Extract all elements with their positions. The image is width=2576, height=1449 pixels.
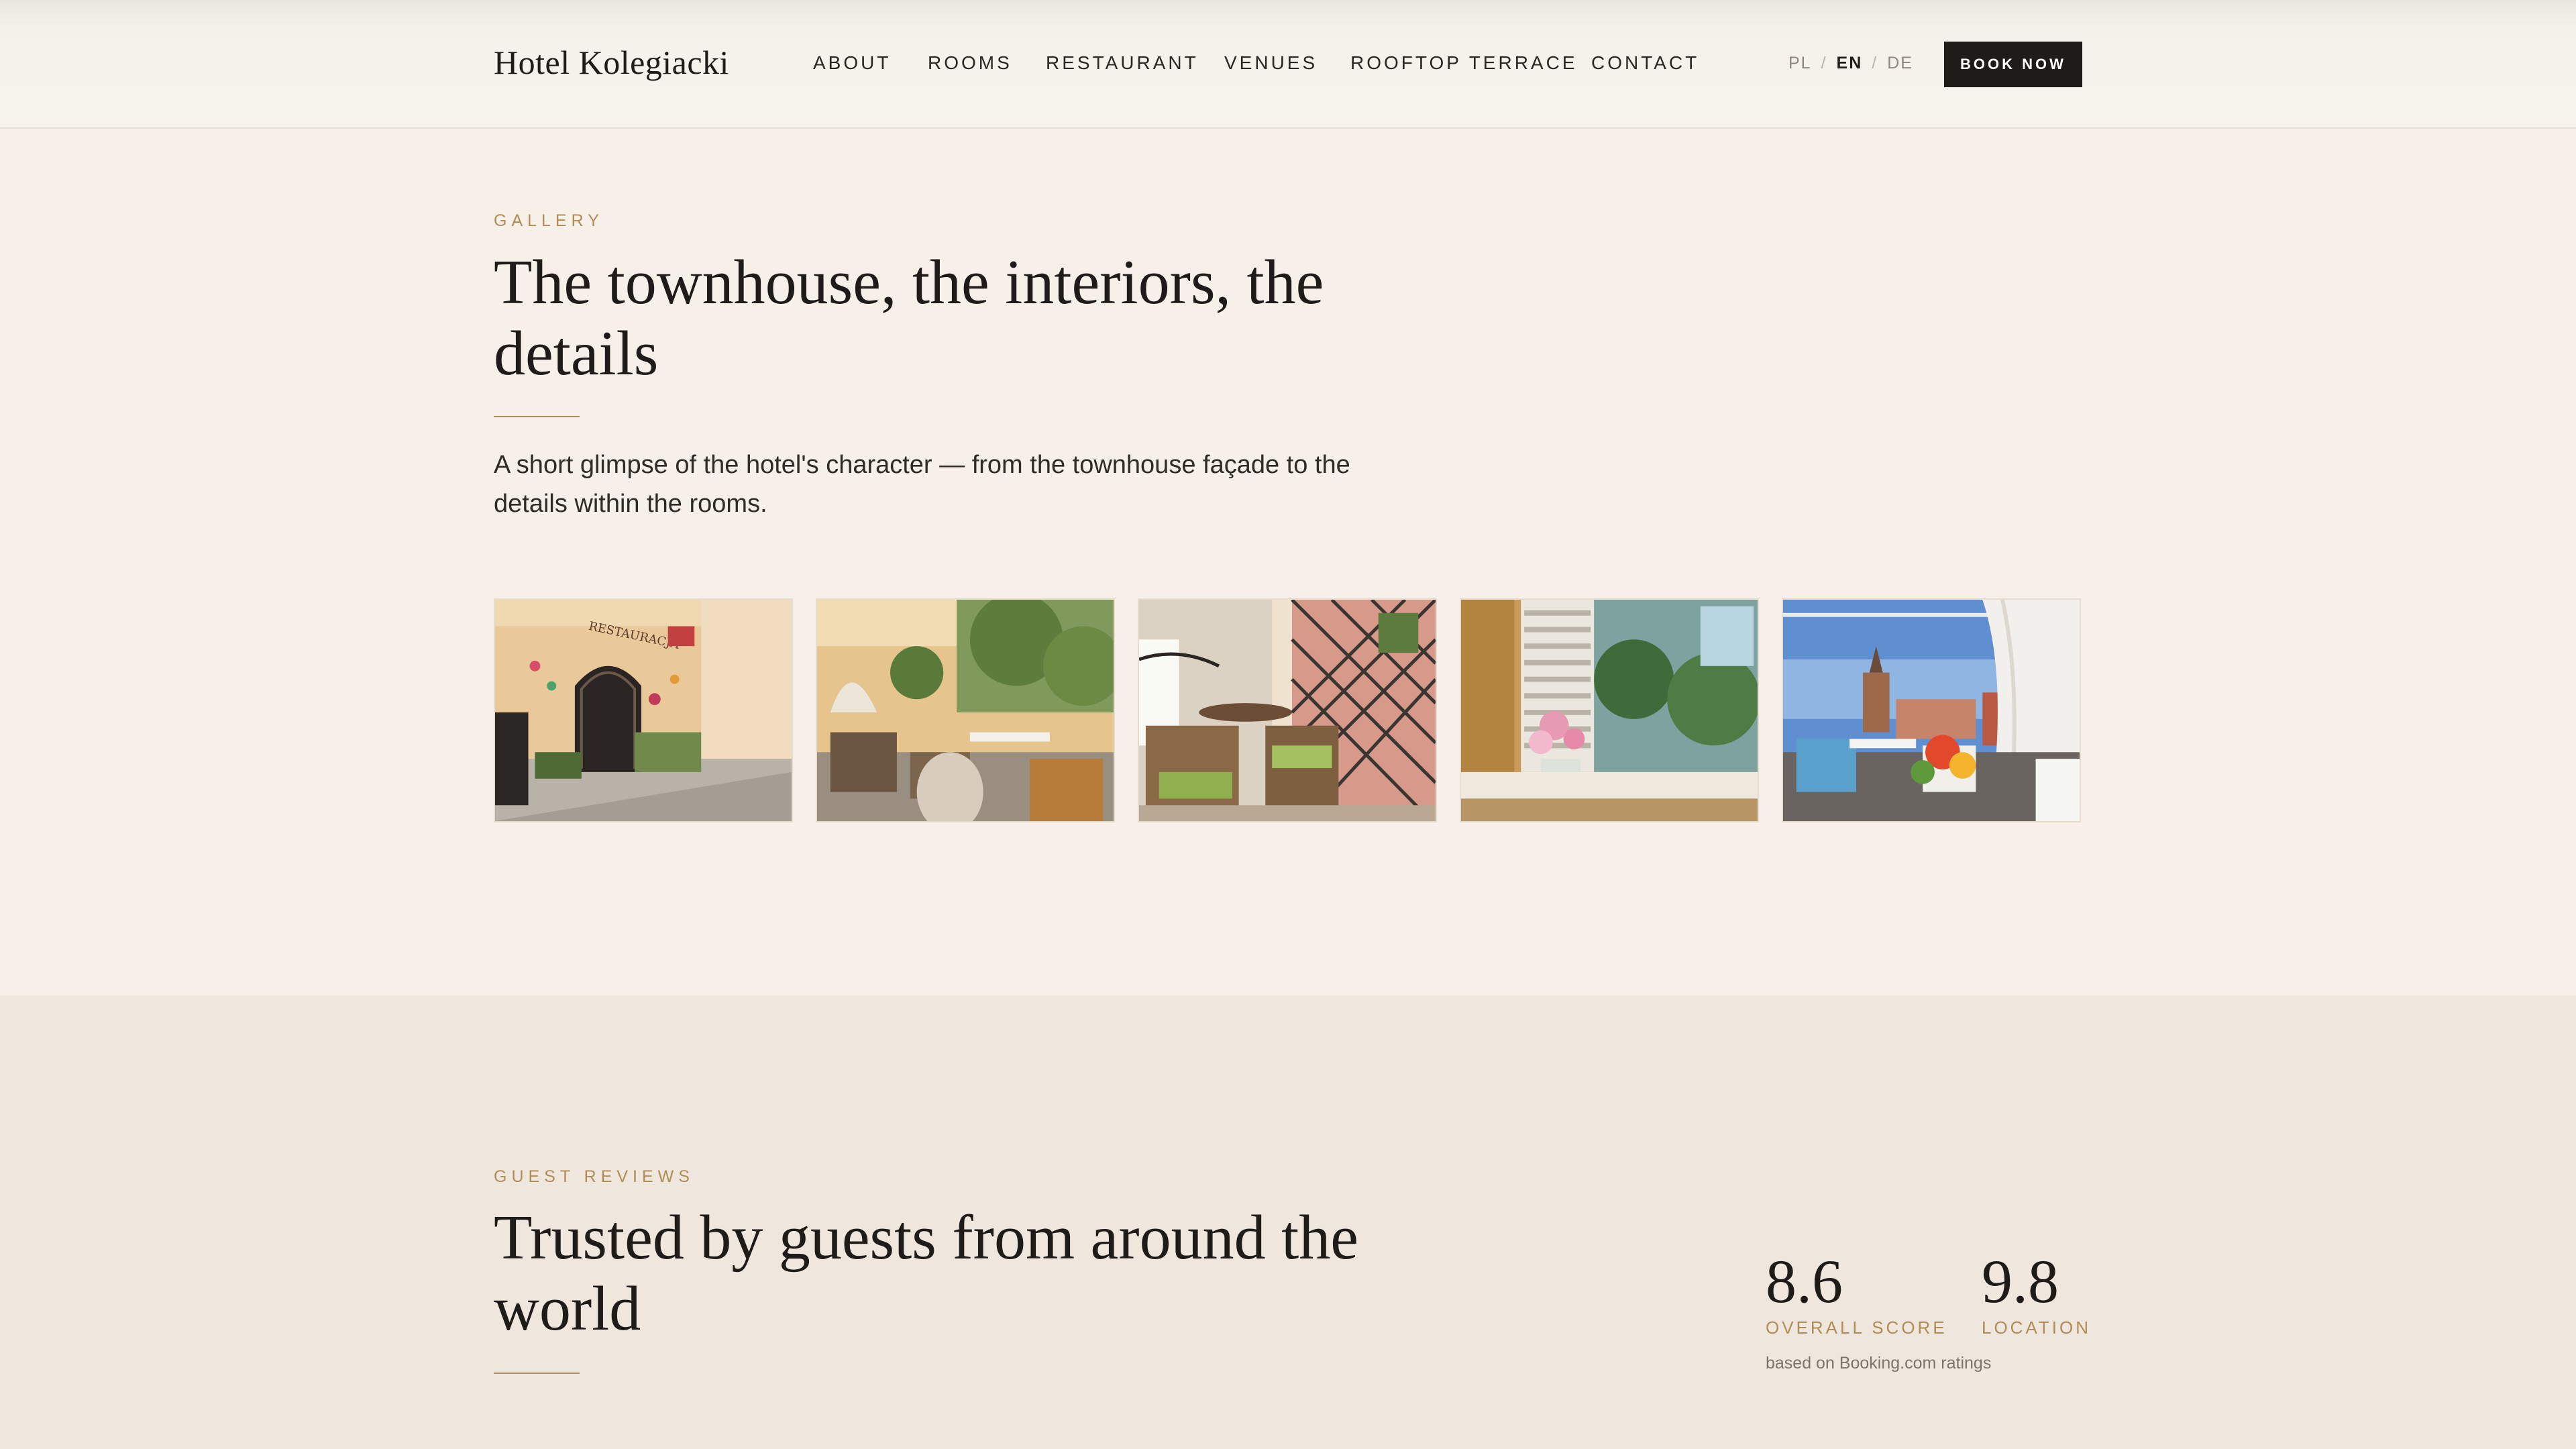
language-switcher: PL / EN / DE (1788, 54, 1913, 73)
lang-en[interactable]: EN (1837, 54, 1863, 72)
gallery-eyebrow: GALLERY (494, 211, 604, 230)
reviews-divider (494, 1373, 580, 1374)
nav-venues[interactable]: VENUES (1224, 52, 1318, 74)
lang-separator: / (1821, 54, 1827, 72)
townhouse-facade-photo[interactable]: RESTAURACJA (494, 598, 793, 822)
gallery-divider (494, 416, 580, 417)
overall-score-value: 8.6 (1766, 1247, 1843, 1316)
site-header: Hotel Kolegiacki ABOUT ROOMS RESTAURANT … (0, 0, 2576, 129)
reviews-eyebrow: GUEST REVIEWS (494, 1167, 694, 1186)
gallery-title: The townhouse, the interiors, the detail… (494, 248, 1324, 388)
balcony-seating-photo[interactable] (1138, 598, 1437, 822)
lang-separator: / (1872, 54, 1878, 72)
nav-rooms[interactable]: ROOMS (928, 52, 1012, 74)
overall-score-label: OVERALL SCORE (1766, 1318, 1947, 1338)
score-source-note: based on Booking.com ratings (1766, 1354, 1992, 1373)
overall-score: 8.6 OVERALL SCORE (1766, 1249, 1947, 1338)
nav-rooftop-terrace[interactable]: ROOFTOP TERRACE (1350, 52, 1578, 74)
nav-contact[interactable]: CONTACT (1591, 52, 1699, 74)
courtyard-restaurant-photo[interactable] (816, 598, 1115, 822)
location-score-label: LOCATION (1982, 1318, 2091, 1338)
book-now-button[interactable]: BOOK NOW (1944, 42, 2082, 87)
nav-about[interactable]: ABOUT (813, 52, 891, 74)
window-flowers-photo[interactable] (1460, 598, 1759, 822)
hotel-logo[interactable]: Hotel Kolegiacki (494, 43, 729, 82)
lang-pl[interactable]: PL (1788, 54, 1812, 72)
location-score: 9.8 LOCATION (1982, 1249, 2091, 1338)
gallery-description: A short glimpse of the hotel's character… (494, 451, 1350, 518)
nav-restaurant[interactable]: RESTAURANT (1046, 52, 1199, 74)
lang-de[interactable]: DE (1887, 54, 1913, 72)
reviews-title: Trusted by guests from around the world (494, 1203, 1358, 1344)
rooftop-terrace-photo[interactable] (1782, 598, 2081, 822)
location-score-value: 9.8 (1982, 1247, 2059, 1316)
